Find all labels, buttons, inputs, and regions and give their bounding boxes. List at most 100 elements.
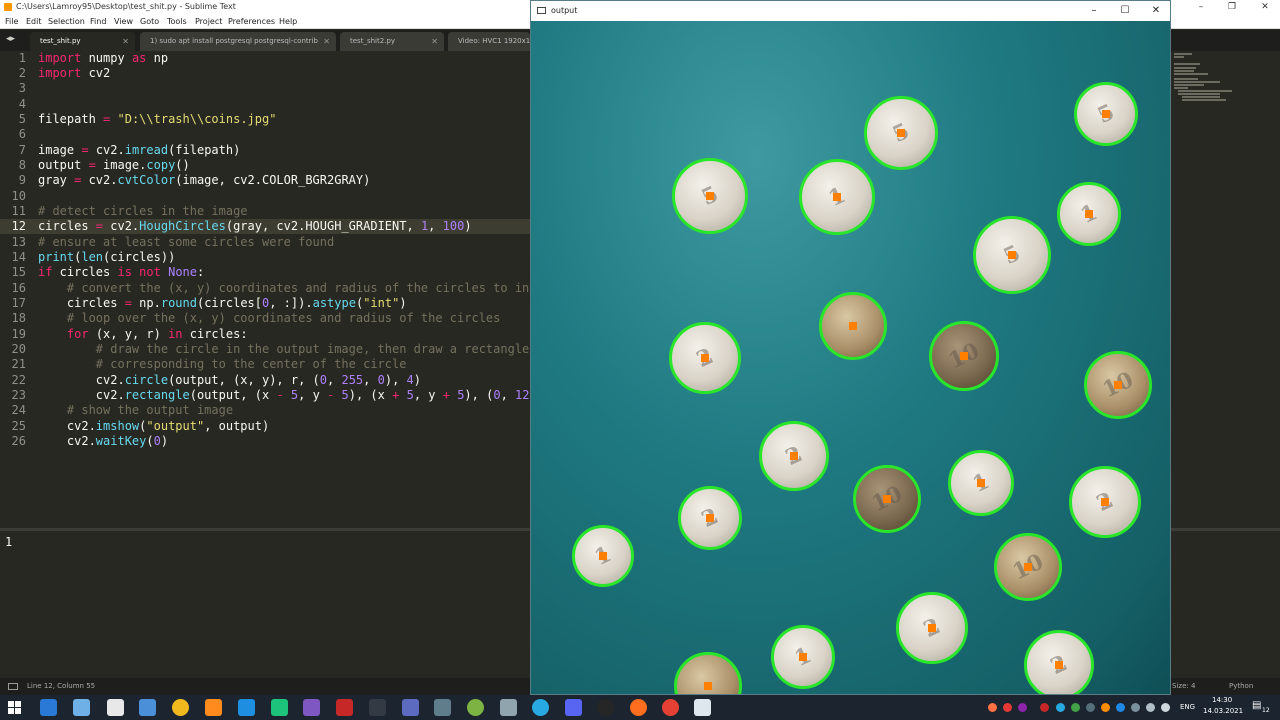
tray-app-icon[interactable] — [1018, 703, 1027, 712]
file-explorer-icon[interactable] — [40, 699, 57, 716]
tab-test-shit[interactable]: test_shit.py ✕ — [30, 32, 135, 51]
line-number: 17 — [11, 296, 26, 310]
tray-app-icon[interactable] — [1003, 703, 1012, 712]
tray-app-icon[interactable] — [988, 703, 997, 712]
gamepad-icon[interactable] — [434, 699, 451, 716]
menu-find[interactable]: Find — [90, 14, 106, 29]
coin-center-marker — [706, 192, 714, 200]
coin-center-marker — [1024, 563, 1032, 571]
clock-date[interactable]: 14.03.2021 — [1203, 707, 1243, 715]
code-line: 9 gray = cv2.cvtColor(image, cv2.COLOR_BG… — [0, 173, 530, 188]
discord-icon[interactable] — [565, 699, 582, 716]
close-tab-icon[interactable]: ✕ — [323, 32, 330, 51]
task-view-icon[interactable] — [73, 699, 90, 716]
coin-center-marker — [1008, 251, 1016, 259]
opencv-window-icon[interactable] — [694, 699, 711, 716]
line-number: 19 — [11, 327, 26, 341]
tray-app-icon[interactable] — [1086, 703, 1095, 712]
language-indicator[interactable]: ENG — [1180, 703, 1195, 711]
coin-center-marker — [849, 322, 857, 330]
network-icon[interactable] — [402, 699, 419, 716]
menu-file[interactable]: File — [5, 14, 18, 29]
menu-view[interactable]: View — [114, 14, 133, 29]
tab-size[interactable]: Size: 4 — [1172, 678, 1195, 695]
detected-coin: 2 — [1069, 466, 1141, 538]
calculator-icon[interactable] — [107, 699, 124, 716]
syntax-selector[interactable]: Python — [1229, 678, 1253, 695]
close-icon[interactable]: ✕ — [1250, 0, 1280, 14]
coin-center-marker — [960, 352, 968, 360]
chrome-icon[interactable] — [662, 699, 679, 716]
telegram-icon[interactable] — [532, 699, 549, 716]
code-line: 15 if circles is not None: — [0, 265, 530, 280]
tray-app-icon[interactable] — [1101, 703, 1110, 712]
output-window[interactable]: output – ☐ ✕ 5 5 5 1 1 5 2 10 10 2 10 1 … — [530, 0, 1171, 695]
torrent-icon[interactable] — [467, 699, 484, 716]
line-number: 13 — [11, 235, 26, 249]
output-window-title: output — [551, 6, 578, 15]
notification-icon[interactable]: ▤ — [1252, 700, 1261, 711]
line-number: 9 — [18, 173, 26, 187]
panel-toggle-icon[interactable] — [8, 683, 18, 690]
tray-telegram-icon[interactable] — [1056, 703, 1065, 712]
console-output: 1 — [5, 535, 13, 549]
close-tab-icon[interactable]: ✕ — [431, 32, 438, 51]
line-number: 1 — [18, 51, 26, 65]
menu-goto[interactable]: Goto — [140, 14, 159, 29]
menu-edit[interactable]: Edit — [26, 14, 42, 29]
line-number: 5 — [18, 112, 26, 126]
tab-terminal-note[interactable]: 1) sudo apt install postgresql postgresq… — [140, 32, 336, 51]
menu-tools[interactable]: Tools — [167, 14, 187, 29]
tab-label: 1) sudo apt install postgresql postgresq… — [150, 37, 318, 45]
close-tab-icon[interactable]: ✕ — [122, 32, 129, 51]
maximize-icon[interactable]: ❐ — [1217, 0, 1247, 14]
tray-app-icon[interactable] — [1071, 703, 1080, 712]
line-number: 18 — [11, 311, 26, 325]
obs-icon[interactable] — [597, 699, 614, 716]
volume-icon[interactable] — [1161, 703, 1170, 712]
line-number: 7 — [18, 143, 26, 157]
maximize-icon[interactable]: ☐ — [1110, 1, 1140, 21]
tab-test-shit2[interactable]: test_shit2.py ✕ — [340, 32, 444, 51]
pycharm-icon[interactable] — [271, 699, 288, 716]
terminal-icon[interactable] — [369, 699, 386, 716]
battery-icon[interactable] — [1131, 703, 1140, 712]
tab-video[interactable]: Video: HVC1 1920x1080 — [448, 32, 530, 51]
coin-center-marker — [897, 129, 905, 137]
bluetooth-icon[interactable] — [1116, 703, 1125, 712]
wifi-icon[interactable] — [1146, 703, 1155, 712]
menu-project[interactable]: Project — [195, 14, 222, 29]
sublime-icon[interactable] — [205, 699, 222, 716]
code-line: 8 output = image.copy() — [0, 158, 530, 173]
kotlin-icon[interactable] — [303, 699, 320, 716]
detected-coin: 5 — [864, 96, 938, 170]
line-number: 22 — [11, 373, 26, 387]
minimize-icon[interactable]: – — [1079, 1, 1109, 21]
tray-app-icon[interactable] — [1040, 703, 1049, 712]
start-button[interactable] — [8, 701, 21, 714]
menu-help[interactable]: Help — [279, 14, 297, 29]
filezilla-icon[interactable] — [336, 699, 353, 716]
email-icon[interactable] — [500, 699, 517, 716]
code-editor[interactable]: 1 import numpy as np 2 import cv2 3 4 5 fil… — [0, 51, 551, 525]
minimap[interactable] — [1170, 51, 1280, 525]
detected-coin: 2 — [678, 486, 742, 550]
clock-time[interactable]: 14:30 — [1212, 696, 1232, 704]
code-line: 17 circles = np.round(circles[0, :]).ast… — [0, 296, 530, 311]
close-icon[interactable]: ✕ — [1141, 1, 1170, 21]
notepad-icon[interactable] — [139, 699, 156, 716]
code-line: 7 image = cv2.imread(filepath) — [0, 143, 530, 158]
output-window-title-bar[interactable]: output – ☐ ✕ — [531, 1, 1170, 21]
taskbar: ENG 14:30 14.03.2021 ▤ 12 — [0, 695, 1280, 720]
menu-selection[interactable]: Selection — [48, 14, 85, 29]
minimize-icon[interactable]: – — [1186, 0, 1216, 14]
vscode-icon[interactable] — [238, 699, 255, 716]
coin-center-marker — [977, 479, 985, 487]
menu-preferences[interactable]: Preferences — [228, 14, 275, 29]
tab-nav-arrows-icon[interactable]: ◂▸ — [6, 34, 15, 44]
coin-center-marker — [599, 552, 607, 560]
firefox-icon[interactable] — [630, 699, 647, 716]
app-a-icon[interactable] — [172, 699, 189, 716]
detected-coin: 5 — [672, 158, 748, 234]
coin-center-marker — [928, 624, 936, 632]
